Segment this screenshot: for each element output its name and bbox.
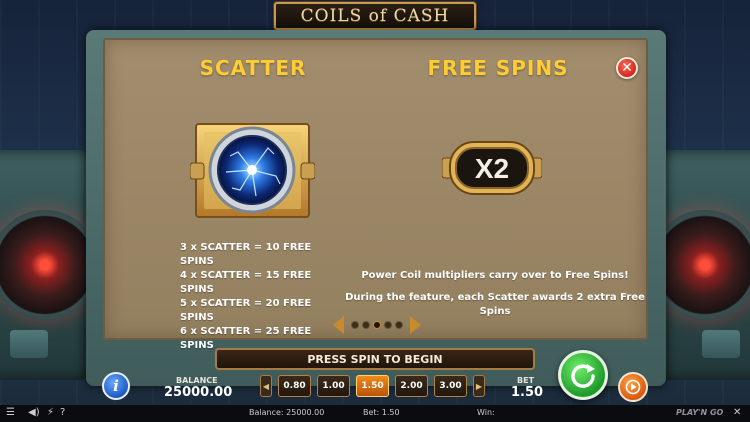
game-logo-text: COILS of CASH: [300, 6, 450, 26]
bet-decrease-arrow-icon[interactable]: ◀: [260, 375, 272, 397]
close-icon: ✕: [621, 60, 633, 76]
x2-text: X2: [475, 153, 509, 184]
page-dot[interactable]: [395, 321, 403, 329]
bet-value: 1.50: [511, 385, 544, 400]
scatter-rule: 3 x SCATTER = 10 FREE SPINS: [180, 242, 312, 267]
help-icon[interactable]: ?: [60, 407, 65, 418]
status-bar: ☰ ◀) ⚡ ? Balance: 25000.00 Bet: 1.50 Win…: [0, 405, 750, 422]
next-page-arrow-icon[interactable]: [410, 316, 421, 334]
status-bet: Bet: 1.50: [363, 408, 400, 417]
bet-option[interactable]: 0.80: [278, 375, 311, 397]
bet-option[interactable]: 2.00: [395, 375, 428, 397]
bet-option[interactable]: 3.00: [434, 375, 467, 397]
x2-multiplier-icon: X2: [442, 141, 542, 195]
scatter-rule: 4 x SCATTER = 15 FREE SPINS: [180, 270, 312, 295]
page-dot[interactable]: [384, 321, 392, 329]
page-dot-active[interactable]: [373, 321, 381, 329]
balance-label: BALANCE: [176, 376, 218, 385]
close-button[interactable]: ✕: [616, 57, 638, 79]
scatter-rule: 5 x SCATTER = 20 FREE SPINS: [180, 298, 312, 323]
scatter-symbol-icon: [190, 123, 315, 218]
bet-increase-arrow-icon[interactable]: ▶: [473, 375, 485, 397]
balance-value: 25000.00: [164, 385, 233, 400]
bet-option-selected[interactable]: 1.50: [356, 375, 389, 397]
scatter-title: SCATTER: [199, 56, 307, 80]
game-logo: COILS of CASH: [274, 2, 476, 30]
spin-icon: [571, 364, 595, 388]
right-machine-vent: [702, 330, 740, 358]
bet-option[interactable]: 1.00: [317, 375, 350, 397]
page-dot[interactable]: [362, 321, 370, 329]
autoplay-button[interactable]: [618, 372, 648, 402]
press-spin-banner: PRESS SPIN TO BEGIN: [215, 348, 535, 370]
status-win: Win:: [477, 408, 495, 417]
free-spins-note: Power Coil multipliers carry over to Fre…: [361, 270, 629, 281]
left-generator-machine: [0, 150, 100, 380]
bet-label: BET: [517, 376, 535, 385]
spin-button[interactable]: [558, 350, 608, 400]
free-spins-title: FREE SPINS: [427, 56, 569, 80]
page-dot[interactable]: [351, 321, 359, 329]
paytable-panel: SCATTER FREE SPINS ✕ X2 3 x SCATTER = 10…: [103, 38, 648, 351]
bet-selector: ◀ 0.80 1.00 1.50 2.00 3.00 ▶: [260, 372, 490, 400]
status-balance: Balance: 25000.00: [249, 408, 325, 417]
previous-page-arrow-icon[interactable]: [333, 316, 344, 334]
turbo-icon[interactable]: ⚡: [47, 407, 54, 418]
right-generator-machine: [650, 150, 750, 380]
brand-logo: PLAY'N GO: [676, 408, 724, 417]
info-button[interactable]: i: [102, 372, 130, 400]
fullscreen-close-icon[interactable]: ✕: [733, 407, 741, 418]
left-coil-decoration: [0, 210, 100, 320]
info-icon: i: [113, 377, 119, 395]
left-machine-vent: [10, 330, 48, 358]
scatter-rules-list: 3 x SCATTER = 10 FREE SPINS 4 x SCATTER …: [180, 241, 330, 353]
page-navigator: [327, 314, 427, 336]
menu-icon[interactable]: ☰: [6, 407, 15, 418]
sound-icon[interactable]: ◀): [28, 407, 40, 418]
autoplay-icon: [625, 379, 641, 395]
